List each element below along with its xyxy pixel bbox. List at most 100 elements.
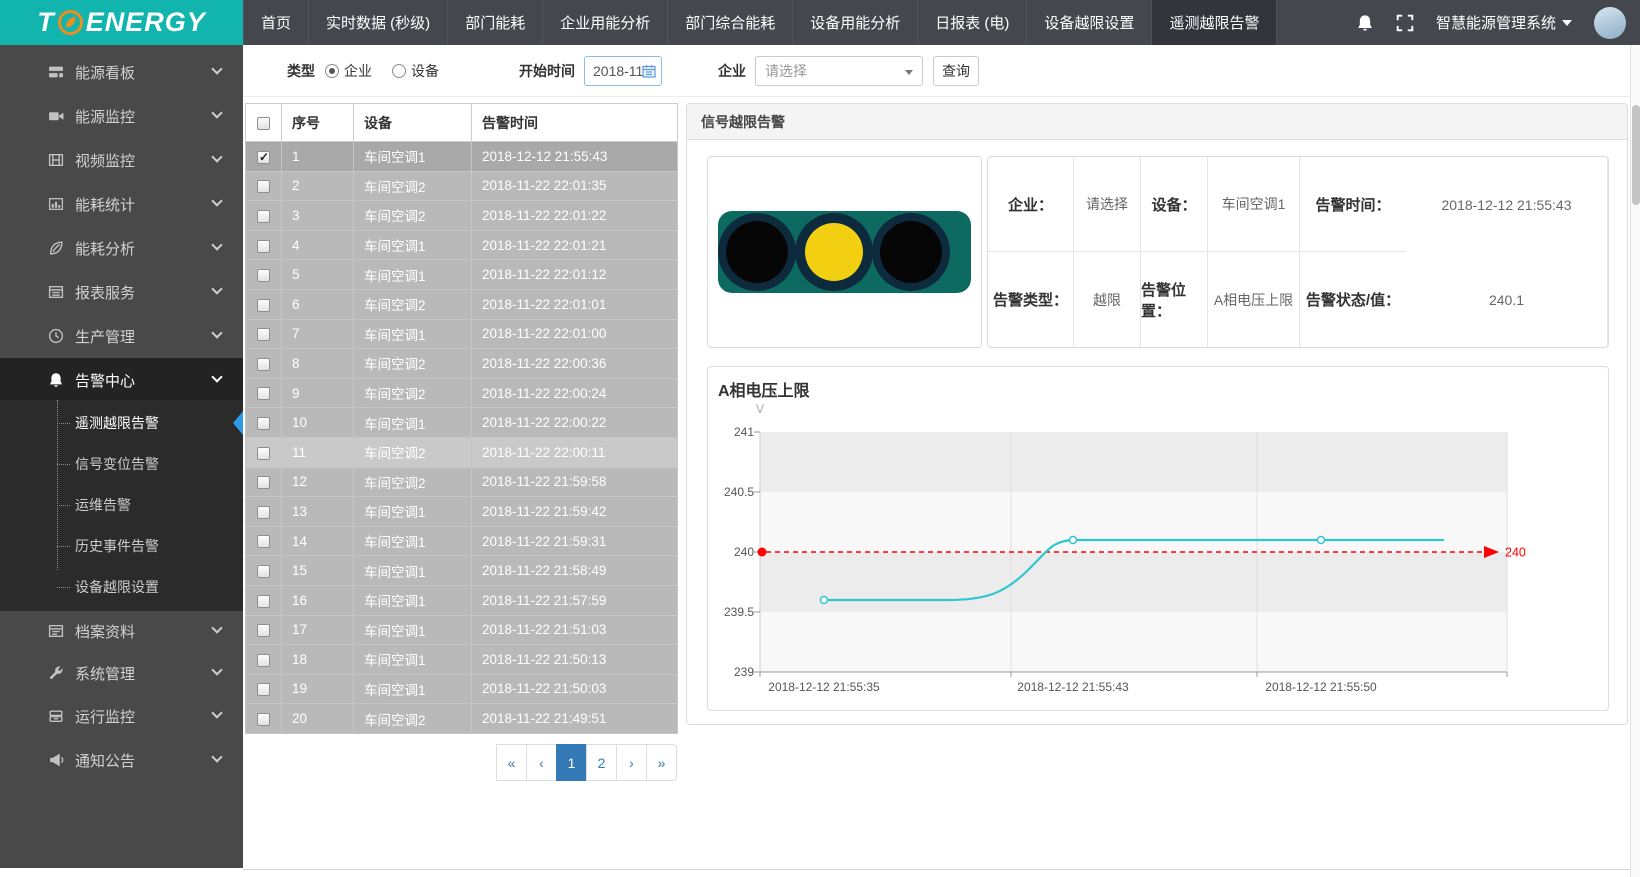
submenu-item[interactable]: 信号变位告警	[0, 443, 243, 484]
page-button[interactable]: »	[646, 744, 677, 781]
table-row[interactable]: 13 车间空调1 2018-11-22 21:59:42	[246, 497, 678, 527]
page-button[interactable]: ›	[616, 744, 647, 781]
cell-seq: 17	[282, 615, 354, 645]
table-row[interactable]: 18 车间空调1 2018-11-22 21:50:13	[246, 645, 678, 675]
table-row[interactable]: 1 车间空调1 2018-12-12 21:55:43	[246, 142, 678, 172]
sidebar-item-energy-analysis[interactable]: 能耗分析	[0, 226, 243, 270]
row-checkbox[interactable]	[257, 417, 270, 430]
submenu-item[interactable]: 遥测越限告警	[0, 402, 243, 443]
table-row[interactable]: 6 车间空调2 2018-11-22 22:01:01	[246, 289, 678, 319]
table-row[interactable]: 16 车间空调1 2018-11-22 21:57:59	[246, 585, 678, 615]
table-row[interactable]: 14 车间空调1 2018-11-22 21:59:31	[246, 526, 678, 556]
sidebar-item-energy-monitor[interactable]: 能源监控	[0, 94, 243, 138]
cell-time: 2018-11-22 22:01:22	[472, 201, 678, 231]
sidebar-item-energy-stats[interactable]: 能耗统计	[0, 182, 243, 226]
row-checkbox[interactable]	[257, 328, 270, 341]
table-row[interactable]: 8 车间空调2 2018-11-22 22:00:36	[246, 349, 678, 379]
enterprise-select[interactable]: 请选择	[755, 56, 923, 86]
sidebar-item-ops-monitor[interactable]: 运行监控	[0, 694, 243, 738]
sidebar-item-energy-board[interactable]: 能源看板	[0, 50, 243, 94]
table-row[interactable]: 17 车间空调1 2018-11-22 21:51:03	[246, 615, 678, 645]
table-row[interactable]: 20 车间空调2 2018-11-22 21:49:51	[246, 704, 678, 734]
table-row[interactable]: 5 车间空调1 2018-11-22 22:01:12	[246, 260, 678, 290]
submenu-item[interactable]: 运维告警	[0, 484, 243, 525]
table-row[interactable]: 15 车间空调1 2018-11-22 21:58:49	[246, 556, 678, 586]
row-checkbox[interactable]	[257, 535, 270, 548]
top-nav-item[interactable]: 首页	[243, 0, 308, 45]
table-row[interactable]: 12 车间空调2 2018-11-22 21:59:58	[246, 467, 678, 497]
row-checkbox[interactable]	[257, 387, 270, 400]
table-row[interactable]: 19 车间空调1 2018-11-22 21:50:03	[246, 674, 678, 704]
row-checkbox[interactable]	[257, 299, 270, 312]
chevron-down-icon	[211, 107, 222, 118]
vertical-scrollbar[interactable]	[1630, 45, 1640, 877]
row-checkbox[interactable]	[257, 595, 270, 608]
top-nav-item[interactable]: 部门能耗	[447, 0, 542, 45]
row-checkbox[interactable]	[257, 476, 270, 489]
avatar[interactable]	[1594, 7, 1626, 39]
submenu-item[interactable]: 设备越限设置	[0, 566, 243, 607]
sidebar-item-archives[interactable]: 档案资料	[0, 609, 243, 653]
top-nav-item[interactable]: 日报表 (电)	[917, 0, 1026, 45]
table-row[interactable]: 4 车间空调1 2018-11-22 22:01:21	[246, 230, 678, 260]
table-row[interactable]: 7 车间空调1 2018-11-22 22:01:00	[246, 319, 678, 349]
row-checkbox[interactable]	[257, 269, 270, 282]
row-checkbox[interactable]	[257, 624, 270, 637]
start-time-input[interactable]: 2018-11	[584, 56, 662, 86]
row-checkbox[interactable]	[257, 151, 270, 164]
row-checkbox[interactable]	[257, 654, 270, 667]
cell-device: 车间空调1	[354, 408, 472, 438]
topbar: T ENERGY 首页 实时数据 (秒级) 部门能耗	[0, 0, 1640, 45]
cell-time: 2018-11-22 21:59:42	[472, 497, 678, 527]
cell-device: 车间空调1	[354, 319, 472, 349]
top-navigation: 首页 实时数据 (秒级) 部门能耗 企业用能分析 部门综合能耗	[243, 0, 1277, 45]
radio-enterprise[interactable]	[325, 64, 339, 78]
table-row[interactable]: 11 车间空调2 2018-11-22 22:00:11	[246, 437, 678, 467]
cell-seq: 16	[282, 585, 354, 615]
row-checkbox[interactable]	[257, 447, 270, 460]
sidebar-item-alarm-center[interactable]: 告警中心	[0, 358, 243, 402]
top-nav-item[interactable]: 部门综合能耗	[667, 0, 792, 45]
row-checkbox[interactable]	[257, 565, 270, 578]
row-checkbox[interactable]	[257, 180, 270, 193]
fullscreen-icon[interactable]	[1396, 14, 1414, 32]
info-label: 告警位置：	[1141, 252, 1208, 347]
top-nav-item[interactable]: 实时数据 (秒级)	[308, 0, 447, 45]
row-checkbox[interactable]	[257, 713, 270, 726]
sidebar-item-notices[interactable]: 通知公告	[0, 738, 243, 782]
select-all-checkbox[interactable]	[257, 117, 270, 130]
row-checkbox[interactable]	[257, 210, 270, 223]
calendar-icon[interactable]	[642, 64, 656, 81]
top-nav-item[interactable]: 遥测越限告警	[1151, 0, 1277, 45]
row-checkbox[interactable]	[257, 683, 270, 696]
page-button[interactable]: 2	[586, 744, 617, 781]
sidebar-item-report-service[interactable]: 报表服务	[0, 270, 243, 314]
radio-device[interactable]	[392, 64, 406, 78]
table-row[interactable]: 2 车间空调2 2018-11-22 22:01:35	[246, 171, 678, 201]
ytick-241: 241	[734, 425, 754, 439]
top-nav-item[interactable]: 设备越限设置	[1026, 0, 1151, 45]
table-row[interactable]: 9 车间空调2 2018-11-22 22:00:24	[246, 378, 678, 408]
row-checkbox[interactable]	[257, 358, 270, 371]
sidebar-item-production[interactable]: 生产管理	[0, 314, 243, 358]
row-checkbox[interactable]	[257, 240, 270, 253]
page-button[interactable]: ‹	[526, 744, 557, 781]
query-button[interactable]: 查询	[933, 56, 979, 86]
sidebar-item-video-monitor[interactable]: 视频监控	[0, 138, 243, 182]
ytick-239: 239	[734, 665, 754, 679]
sidebar-item-system-mgmt[interactable]: 系统管理	[0, 651, 243, 695]
page-button[interactable]: 1	[556, 744, 587, 781]
page-button[interactable]: «	[496, 744, 527, 781]
row-checkbox[interactable]	[257, 506, 270, 519]
chevron-down-icon	[211, 664, 222, 675]
system-menu[interactable]: 智慧能源管理系统	[1436, 12, 1572, 33]
top-nav-item[interactable]: 设备用能分析	[792, 0, 917, 45]
bell-icon[interactable]	[1356, 14, 1374, 32]
y-axis-unit: V	[756, 402, 764, 416]
table-row[interactable]: 3 车间空调2 2018-11-22 22:01:22	[246, 201, 678, 231]
info-value: 车间空调1	[1208, 157, 1300, 252]
scrollbar-thumb[interactable]	[1632, 105, 1640, 205]
submenu-item[interactable]: 历史事件告警	[0, 525, 243, 566]
table-row[interactable]: 10 车间空调1 2018-11-22 22:00:22	[246, 408, 678, 438]
top-nav-item[interactable]: 企业用能分析	[542, 0, 667, 45]
